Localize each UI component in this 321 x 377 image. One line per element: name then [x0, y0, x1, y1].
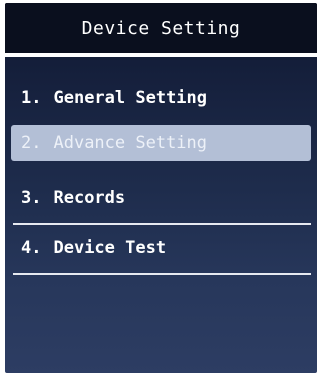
menu-item-general-setting[interactable]: 1. General Setting — [11, 80, 311, 116]
menu-item-records[interactable]: 3. Records — [11, 180, 311, 216]
menu-item-advance-setting[interactable]: 2. Advance Setting — [11, 125, 311, 161]
menu-item-label: Advance Setting — [53, 133, 208, 153]
menu-divider — [13, 273, 311, 275]
menu-divider — [13, 223, 311, 225]
menu-item-label: General Setting — [53, 88, 208, 108]
device-screen: Device Setting 1. General Setting 2. Adv… — [5, 3, 317, 373]
menu-item-label: Records — [53, 188, 126, 208]
menu-item-number: 3. — [21, 188, 42, 208]
menu-item-number: 1. — [21, 88, 42, 108]
title-divider — [5, 53, 317, 57]
menu-item-label: Device Test — [53, 238, 167, 258]
page-title: Device Setting — [81, 17, 241, 39]
menu-item-device-test[interactable]: 4. Device Test — [11, 230, 311, 266]
device-bezel: Device Setting 1. General Setting 2. Adv… — [0, 0, 321, 377]
menu-item-number: 4. — [21, 238, 42, 258]
menu-item-number: 2. — [21, 133, 42, 153]
title-bar: Device Setting — [5, 3, 317, 53]
